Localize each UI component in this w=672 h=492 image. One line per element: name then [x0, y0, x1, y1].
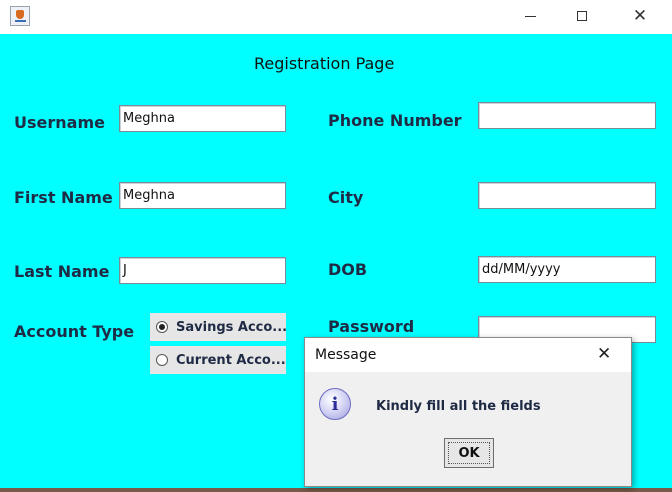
first-name-label: First Name — [14, 188, 113, 207]
city-field[interactable] — [478, 182, 656, 209]
desktop-background-strip — [0, 488, 672, 492]
username-label: Username — [14, 113, 105, 132]
phone-number-field[interactable] — [478, 102, 656, 129]
dialog-message: Kindly fill all the fields — [376, 399, 541, 414]
maximize-button[interactable] — [559, 0, 605, 32]
close-button[interactable]: ✕ — [617, 0, 663, 32]
city-label: City — [328, 188, 364, 207]
info-icon: i — [319, 388, 351, 420]
password-label: Password — [328, 317, 415, 336]
minimize-icon — [524, 15, 536, 17]
dialog-title: Message — [315, 347, 377, 363]
maximize-icon — [577, 11, 587, 21]
close-icon: ✕ — [632, 5, 648, 26]
last-name-label: Last Name — [14, 262, 110, 281]
dialog-titlebar: Message ✕ — [305, 338, 631, 372]
radio-unchecked-icon — [156, 354, 168, 366]
username-field[interactable]: Meghna — [119, 105, 286, 132]
dialog-close-icon[interactable]: ✕ — [597, 344, 611, 364]
current-account-label: Current Acco... — [176, 352, 286, 368]
savings-account-label: Savings Acco... — [176, 319, 288, 335]
message-dialog: Message ✕ i Kindly fill all the fields O… — [304, 337, 632, 487]
java-cup-icon[interactable] — [10, 6, 30, 26]
ok-button[interactable]: OK — [444, 438, 494, 468]
minimize-button[interactable] — [507, 0, 553, 32]
last-name-field[interactable]: J — [119, 257, 286, 284]
dob-field[interactable]: dd/MM/yyyy — [478, 256, 656, 283]
first-name-field[interactable]: Meghna — [119, 182, 286, 209]
page-title: Registration Page — [254, 54, 395, 73]
radio-checked-icon — [156, 321, 168, 333]
dob-label: DOB — [328, 260, 368, 279]
savings-account-radio[interactable]: Savings Acco... — [150, 313, 288, 341]
window-titlebar: ✕ — [0, 0, 672, 34]
current-account-radio[interactable]: Current Acco... — [150, 346, 286, 374]
account-type-label: Account Type — [14, 322, 135, 341]
phone-number-label: Phone Number — [328, 111, 462, 130]
